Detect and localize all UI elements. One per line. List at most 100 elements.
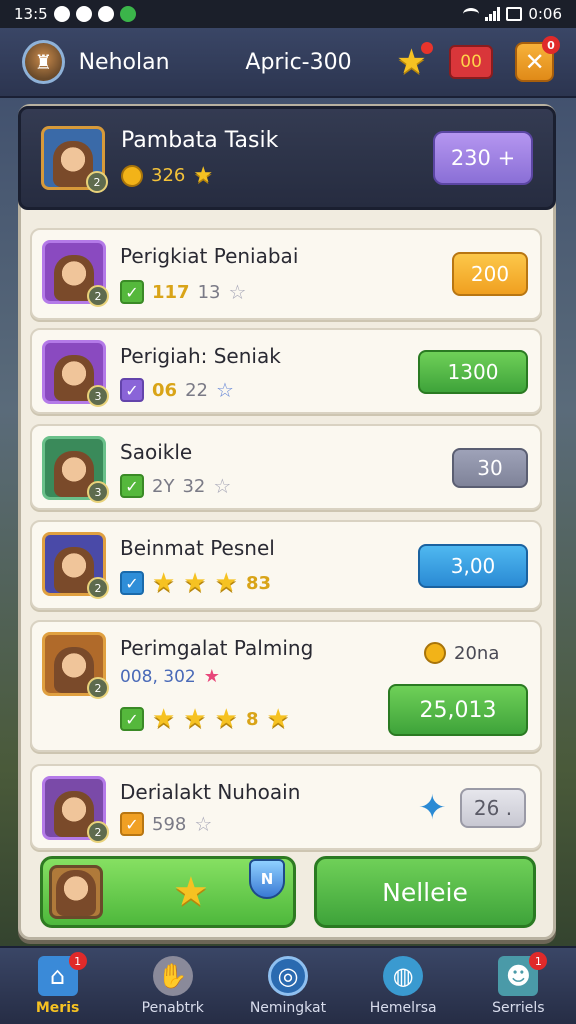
character-portrait: 2: [42, 532, 109, 599]
row-subtitle: 008, 302 ★: [120, 666, 220, 687]
app-icon: [119, 6, 136, 22]
nav-label: Nemingkat: [249, 1000, 327, 1016]
nav-item-hand[interactable]: ✋ Penabtrk: [118, 956, 228, 1016]
character-portrait: 2: [42, 240, 109, 307]
nav-label: Meris: [35, 1000, 80, 1016]
checkbox[interactable]: ✓: [120, 378, 144, 402]
row-action-button[interactable]: 1300: [418, 350, 528, 394]
list-item[interactable]: 3 Saoikle ✓ 2Y 32 ☆ 30: [30, 424, 542, 510]
list-item[interactable]: 2 Beinmat Pesnel ✓ ★ ★ ★ 83 3,00: [30, 520, 542, 610]
checkbox[interactable]: ✓: [120, 812, 144, 836]
bottom-nav: ⌂ 1 Meris ✋ Penabtrk ◎ Nemingkat ◍ Hemel…: [0, 946, 576, 1024]
nav-item-globe[interactable]: ◍ Hemelrsa: [348, 956, 458, 1016]
star-icon: ★: [214, 704, 238, 734]
star-outline-icon: ☆: [194, 812, 213, 836]
row-action-button[interactable]: 200: [452, 252, 528, 296]
close-button[interactable]: ✕ 0: [515, 36, 560, 82]
hero-card: 2 Pambata Tasik 326 ★ 230 +: [18, 106, 556, 210]
row-value: 2Y: [152, 475, 175, 497]
star-icon: ★: [193, 163, 214, 188]
notification-dot: [420, 42, 433, 54]
star-outline-icon: ☆: [215, 378, 234, 402]
level-badge: 2: [87, 821, 109, 843]
row-title: Beinmat Pesnel: [120, 536, 275, 560]
collect-button[interactable]: ★ N: [40, 856, 296, 928]
level-badge: 2: [87, 285, 109, 307]
star-icon: ★: [173, 869, 209, 915]
list-item[interactable]: 2 Perigkiat Peniabai ✓ 117 13 ☆ 200: [30, 228, 542, 320]
star-icon: ★: [152, 704, 176, 734]
row-action-button[interactable]: 25,013: [388, 684, 528, 736]
row-sub-value: 008, 302: [120, 666, 196, 687]
character-portrait: 2: [42, 632, 109, 699]
level-badge: 3: [87, 385, 109, 407]
wifi-icon: [463, 8, 480, 20]
checkbox[interactable]: ✓: [120, 707, 144, 731]
level-badge: 2: [87, 677, 109, 699]
row-meta: ✓ 598 ☆: [120, 812, 212, 836]
nav-item-person[interactable]: ☻ 1 Serriels: [463, 952, 573, 1016]
star-icon: ★: [203, 666, 220, 687]
checkbox[interactable]: ✓: [120, 280, 144, 304]
profile-avatar[interactable]: ♜: [22, 40, 65, 84]
location-icon: [97, 6, 114, 22]
nav-badge: 1: [529, 952, 548, 970]
hero-score: 326 ★: [121, 163, 433, 188]
level-badge: 2: [87, 577, 109, 599]
row-title: Perigkiat Peniabai: [120, 244, 299, 268]
star-icon: ★: [266, 704, 290, 734]
star-icon: ★: [152, 568, 176, 598]
row-action-button[interactable]: 30: [452, 448, 528, 488]
nav-label: Penabtrk: [141, 1000, 204, 1016]
star-icon: ★: [183, 704, 207, 734]
star-icon: ★: [214, 568, 238, 598]
row-action-button[interactable]: 3,00: [418, 544, 528, 588]
hero-name: Pambata Tasik: [121, 128, 279, 153]
nav-label: Hemelrsa: [369, 1000, 437, 1016]
hero-portrait[interactable]: 2: [41, 126, 108, 193]
star-icon: ★: [183, 568, 207, 598]
row-meta: ✓ ★ ★ ★ 8 ★: [120, 704, 290, 734]
nav-item-compass[interactable]: ◎ Nemingkat: [233, 956, 343, 1016]
list-item[interactable]: 2 Derialakt Nuhoain ✓ 598 ☆ ✦ 26 .: [30, 764, 542, 850]
status-clock: 0:06: [528, 5, 562, 23]
confirm-button[interactable]: Nelleie: [314, 856, 536, 928]
top-bar: ♜ Neholan Apric-300 ★ 00 ✕ 0: [0, 28, 576, 98]
nav-item-home[interactable]: ⌂ 1 Meris: [3, 952, 113, 1016]
balance-label: Apric-300: [245, 49, 352, 75]
character-portrait: 2: [42, 776, 109, 843]
row-value: 8: [245, 708, 259, 730]
row-value: 598: [152, 813, 187, 835]
signal-icon: [485, 7, 501, 21]
character-face: [56, 870, 96, 916]
checkbox[interactable]: ✓: [120, 474, 144, 498]
hero-info: Pambata Tasik 326 ★: [121, 128, 433, 188]
row-secondary-value: 13: [197, 281, 221, 303]
row-action-button[interactable]: 26 .: [460, 788, 526, 828]
list-item[interactable]: 3 Perigiah: Seniak ✓ 06 22 ☆ 1300: [30, 328, 542, 414]
hero-add-button[interactable]: 230 +: [433, 131, 533, 185]
row-title: Perigiah: Seniak: [120, 344, 281, 368]
sparkle-icon: ✦: [418, 788, 447, 828]
row-secondary-value: 32: [182, 475, 206, 497]
level-badge: 2: [86, 171, 108, 193]
row-value: 06: [152, 379, 178, 401]
coin-icon: [424, 642, 446, 664]
coin-value: 20na: [454, 642, 500, 664]
shield-icon: N: [249, 859, 285, 899]
character-portrait: 3: [42, 340, 109, 407]
nav-badge: 1: [68, 952, 87, 970]
star-icon[interactable]: ★: [396, 42, 433, 80]
coin-icon: [121, 164, 143, 187]
battery-icon: [506, 7, 523, 21]
status-left: 13:5: [14, 5, 136, 23]
row-meta: ✓ 117 13 ☆: [120, 280, 246, 304]
row-value: 117: [152, 281, 190, 303]
row-meta: ✓ 2Y 32 ☆: [120, 474, 231, 498]
status-time: 13:5: [14, 5, 48, 23]
nav-label: Serriels: [492, 1000, 545, 1016]
currency-button[interactable]: 00: [448, 45, 494, 79]
list-item[interactable]: 2 Perimgalat Palming 008, 302 ★ ✓ ★ ★ ★ …: [30, 620, 542, 752]
checkbox[interactable]: ✓: [120, 571, 144, 595]
close-icon: ✕: [524, 48, 545, 76]
